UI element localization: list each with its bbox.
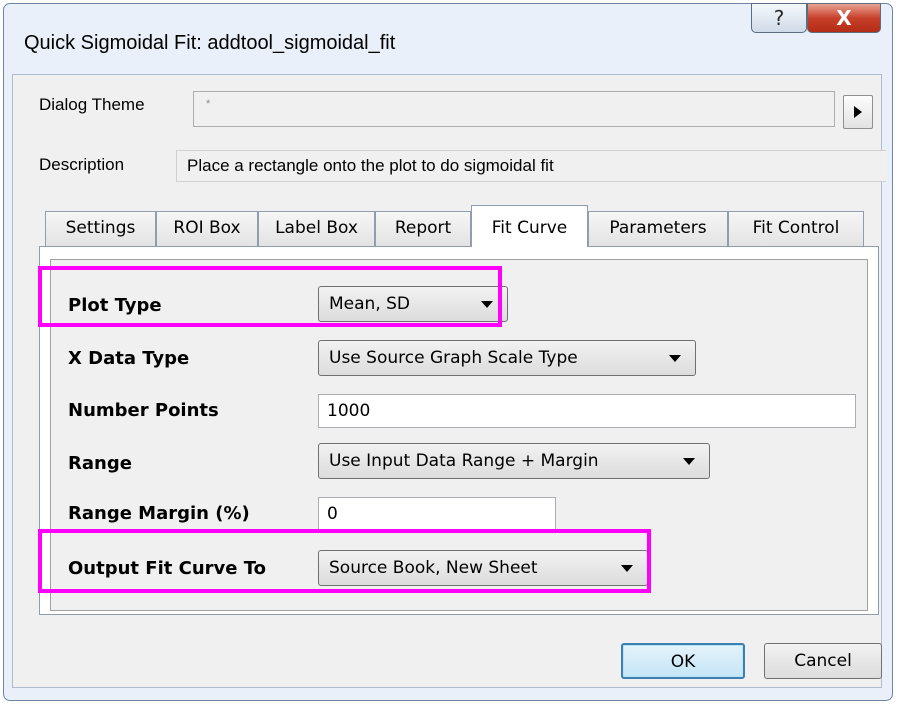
dialog-theme-label: Dialog Theme	[39, 95, 145, 114]
help-button[interactable]: ?	[751, 3, 807, 33]
dialog-client-area: Dialog Theme * Description Place a recta…	[12, 74, 886, 688]
x-data-type-label: X Data Type	[68, 348, 190, 369]
description-label: Description	[39, 155, 125, 174]
close-button[interactable]: X	[807, 3, 881, 33]
description-field: Place a rectangle onto the plot to do si…	[176, 150, 886, 182]
range-margin-input[interactable]: 0	[318, 497, 556, 531]
range-label: Range	[68, 453, 132, 474]
number-points-value: 1000	[327, 401, 371, 421]
tab-fit-curve[interactable]: Fit Curve	[471, 205, 588, 247]
window-title: Quick Sigmoidal Fit: addtool_sigmoidal_f…	[24, 32, 396, 54]
dialog-theme-menu-button[interactable]	[843, 95, 873, 129]
triangle-right-icon	[854, 106, 862, 118]
range-margin-value: 0	[327, 504, 338, 524]
dialog-window: Quick Sigmoidal Fit: addtool_sigmoidal_f…	[3, 3, 893, 701]
cancel-button[interactable]: Cancel	[764, 643, 882, 679]
dialog-theme-field[interactable]: *	[193, 91, 835, 127]
tab-fit-control[interactable]: Fit Control	[728, 211, 864, 246]
number-points-label: Number Points	[68, 400, 219, 421]
description-value: Place a rectangle onto the plot to do si…	[187, 156, 554, 175]
dialog-theme-value: *	[206, 98, 211, 110]
chevron-down-icon	[669, 355, 681, 362]
x-data-type-dropdown[interactable]: Use Source Graph Scale Type	[318, 340, 696, 376]
ok-button[interactable]: OK	[621, 643, 745, 679]
tab-parameters[interactable]: Parameters	[588, 211, 728, 246]
x-data-type-value: Use Source Graph Scale Type	[329, 348, 578, 368]
tab-label-box[interactable]: Label Box	[258, 211, 375, 246]
close-icon: X	[836, 6, 852, 30]
chevron-down-icon	[683, 458, 695, 465]
range-dropdown[interactable]: Use Input Data Range + Margin	[318, 443, 710, 479]
output-fit-curve-highlight	[38, 529, 651, 593]
plot-type-highlight	[38, 266, 502, 327]
help-icon: ?	[773, 6, 785, 30]
tab-report[interactable]: Report	[375, 211, 471, 246]
range-margin-label: Range Margin (%)	[68, 503, 250, 524]
number-points-input[interactable]: 1000	[318, 394, 856, 428]
title-bar[interactable]: Quick Sigmoidal Fit: addtool_sigmoidal_f…	[4, 3, 892, 54]
tab-roi-box[interactable]: ROI Box	[156, 211, 258, 246]
tab-settings[interactable]: Settings	[45, 211, 156, 246]
range-value: Use Input Data Range + Margin	[329, 451, 599, 471]
